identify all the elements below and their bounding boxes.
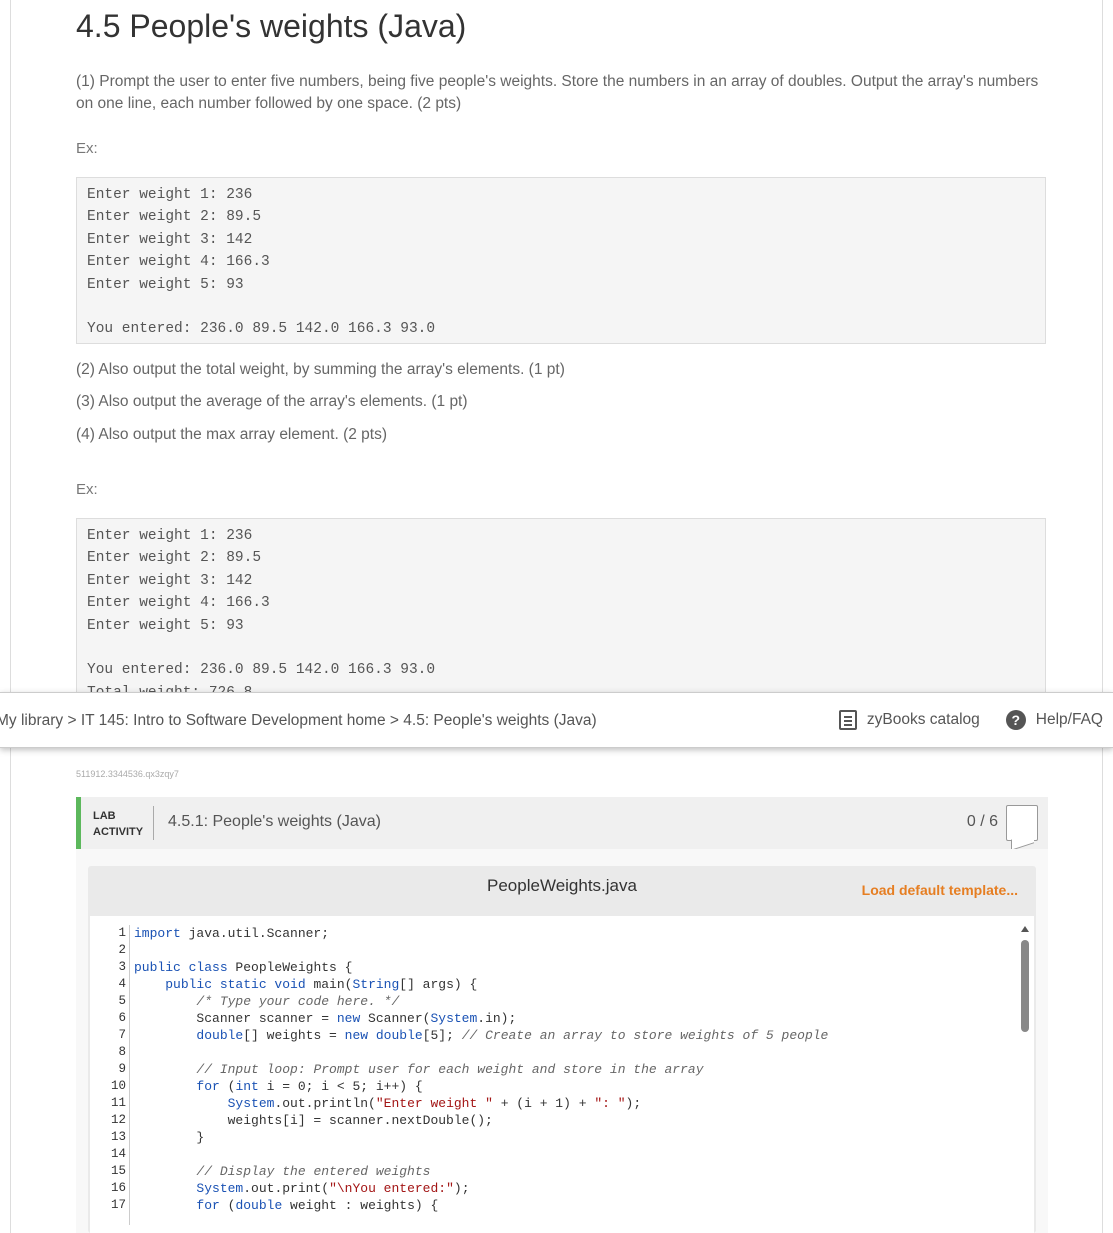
zybooks-catalog-link[interactable]: zyBooks catalog <box>867 711 980 729</box>
code-line: System.out.println("Enter weight " + (i … <box>227 1096 642 1111</box>
navbar-links: zyBooks catalog ? Help/FAQ <box>838 710 1103 730</box>
example-label-1: Ex: <box>76 140 98 157</box>
scroll-up-arrow-icon[interactable] <box>1021 926 1029 932</box>
code-line: // Input loop: Prompt user for each weig… <box>196 1062 704 1077</box>
code-line: /* Type your code here. */ <box>196 994 400 1009</box>
editor-scrollbar[interactable] <box>1020 926 1030 1226</box>
code-line: public static void main(String[] args) { <box>165 977 478 992</box>
lab-activity-tag: LAB ACTIVITY <box>93 810 144 838</box>
score-badge-icon <box>1006 805 1038 841</box>
code-editor[interactable]: 1 2 3 4 5 6 7 8 9 10 11 12 13 14 15 16 1… <box>90 916 1034 1233</box>
line-number-gutter: 1 2 3 4 5 6 7 8 9 10 11 12 13 14 15 16 1… <box>110 926 126 1212</box>
lab-divider <box>153 806 154 840</box>
help-icon: ? <box>1005 710 1026 730</box>
lab-score: 0 / 6 <box>966 813 998 830</box>
code-line: weights[i] = scanner.nextDouble(); <box>134 1113 493 1128</box>
code-line: double[] weights = new double[5]; // Cre… <box>196 1028 829 1043</box>
breadcrumb: My library > IT 145: Intro to Software D… <box>0 712 597 730</box>
code-line: import java.util.Scanner; <box>134 926 330 941</box>
code-line: } <box>134 1130 205 1145</box>
code-line: Scanner scanner = new Scanner(System.in)… <box>134 1011 517 1026</box>
activity-hash: 511912.3344536.qx3zqy7 <box>76 769 179 779</box>
help-faq-link[interactable]: Help/FAQ <box>1036 711 1103 729</box>
lab-title: 4.5.1: People's weights (Java) <box>168 813 381 830</box>
example-output-2: Enter weight 1: 236 Enter weight 2: 89.5… <box>76 518 1046 698</box>
code-line: // Display the entered weights <box>196 1164 431 1179</box>
editor-panel: PeopleWeights.java Load default template… <box>88 866 1036 1233</box>
code-line: for (double weight : weights) { <box>196 1198 439 1213</box>
code-line: public class PeopleWeights { <box>134 960 353 975</box>
catalog-icon <box>838 710 857 730</box>
breadcrumb-navbar: My library > IT 145: Intro to Software D… <box>0 692 1113 748</box>
page-edge-right <box>1102 0 1103 1233</box>
example-label-2: Ex: <box>76 481 98 498</box>
part2-text: (2) Also output the total weight, by sum… <box>76 361 565 378</box>
part3-text: (3) Also output the average of the array… <box>76 393 468 410</box>
part4-text: (4) Also output the max array element. (… <box>76 426 387 443</box>
code-line: for (int i = 0; i < 5; i++) { <box>196 1079 423 1094</box>
breadcrumb-section[interactable]: 4.5: People's weights (Java) <box>403 712 596 729</box>
page-edge-left <box>10 0 11 1233</box>
part1-text: (1) Prompt the user to enter five number… <box>76 73 1039 112</box>
breadcrumb-course[interactable]: IT 145: Intro to Software Development ho… <box>81 712 386 729</box>
code-lines[interactable]: import java.util.Scanner; public class P… <box>134 925 828 1214</box>
load-default-template-link[interactable]: Load default template... <box>862 882 1018 898</box>
breadcrumb-my-library[interactable]: My library <box>0 712 63 729</box>
lab-activity-header: LAB ACTIVITY 4.5.1: People's weights (Ja… <box>76 797 1048 849</box>
example-output-1: Enter weight 1: 236 Enter weight 2: 89.5… <box>76 177 1046 344</box>
scroll-thumb[interactable] <box>1021 940 1029 1032</box>
code-line: System.out.print("\nYou entered:"); <box>196 1181 470 1196</box>
page-title: 4.5 People's weights (Java) <box>76 8 467 44</box>
